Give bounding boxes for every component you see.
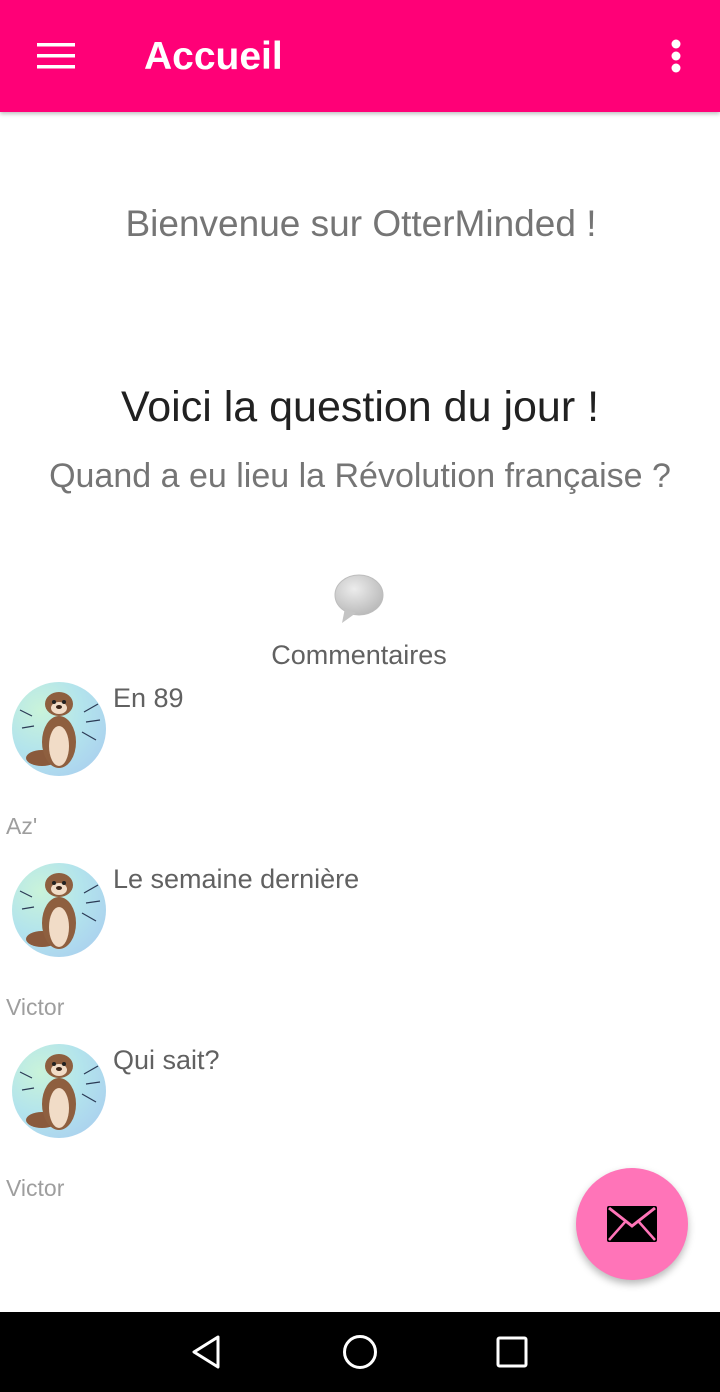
recents-square-icon xyxy=(496,1336,528,1368)
comment-text: Le semaine dernière xyxy=(113,864,360,894)
back-triangle-icon xyxy=(192,1335,220,1369)
question-heading: Voici la question du jour ! xyxy=(120,383,600,431)
comment-text: Qui sait? xyxy=(113,1045,220,1075)
comment-author: Az' xyxy=(6,813,38,839)
otter-avatar[interactable] xyxy=(12,682,106,776)
send-message-fab[interactable] xyxy=(576,1168,688,1280)
more-vert-icon xyxy=(671,39,681,73)
comment-item: En 89 Az' xyxy=(0,682,720,863)
menu-button[interactable] xyxy=(22,28,90,84)
question-text: Quand a eu lieu la Révolution française … xyxy=(49,457,671,495)
nav-home-button[interactable] xyxy=(334,1326,386,1378)
app-bar: Accueil xyxy=(0,0,720,112)
comment-author: Victor xyxy=(6,994,65,1020)
nav-back-button[interactable] xyxy=(180,1326,232,1378)
speech-bubble-icon xyxy=(332,572,386,626)
overflow-menu-button[interactable] xyxy=(652,30,700,82)
comments-label: Commentaires xyxy=(271,640,447,670)
comment-item: Le semaine dernière Victor xyxy=(0,863,720,1044)
otter-avatar[interactable] xyxy=(12,1044,106,1138)
home-circle-icon xyxy=(343,1335,377,1369)
page-title: Accueil xyxy=(144,35,283,78)
nav-recents-button[interactable] xyxy=(486,1326,538,1378)
comment-text: En 89 xyxy=(113,683,184,713)
welcome-text: Bienvenue sur OtterMinded ! xyxy=(125,203,597,244)
otter-avatar[interactable] xyxy=(12,863,106,957)
hamburger-menu-icon xyxy=(37,43,75,69)
comment-author: Victor xyxy=(6,1175,65,1201)
system-nav-bar xyxy=(0,1312,720,1392)
envelope-icon xyxy=(607,1206,657,1242)
